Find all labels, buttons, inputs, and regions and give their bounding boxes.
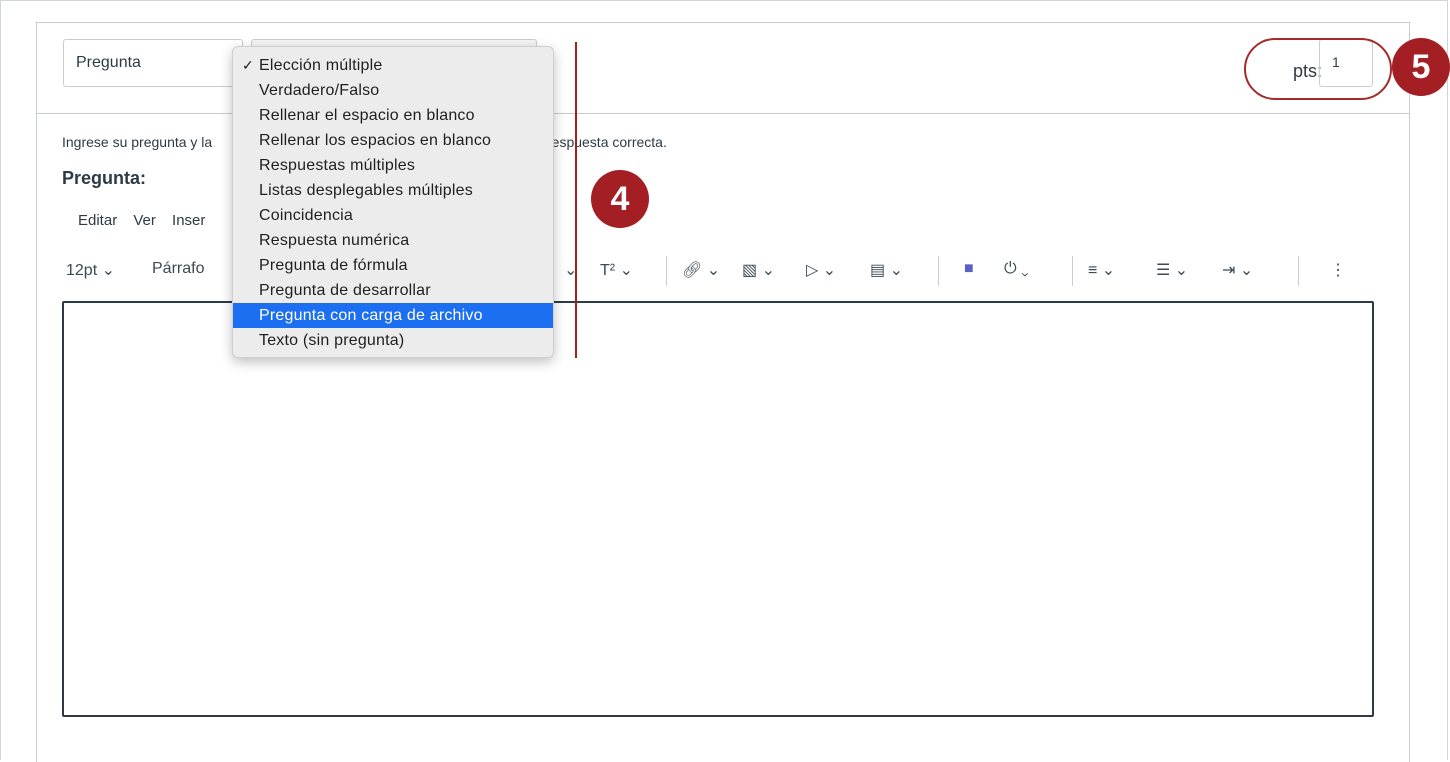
chevron-down-icon: ⌄	[1021, 260, 1029, 277]
dropdown-item[interactable]: Respuestas múltiples	[233, 153, 553, 178]
list-button[interactable]: ☰ ⌄	[1156, 260, 1188, 280]
teams-button[interactable]: ■	[964, 260, 974, 278]
align-left-icon: ≡	[1088, 262, 1098, 279]
step-badge-4: 4	[591, 170, 649, 228]
dropdown-item-selected[interactable]: Pregunta con carga de archivo	[233, 303, 553, 328]
media-icon: ▷	[806, 262, 819, 279]
menu-insert[interactable]: Inser	[172, 212, 205, 229]
points-highlight-ring	[1244, 38, 1392, 100]
bullet-list-icon: ☰	[1156, 262, 1171, 279]
chevron-down-icon: ⌄	[1239, 262, 1254, 279]
toolbar-divider	[666, 256, 667, 286]
chevron-down-icon: ⌄	[706, 262, 721, 279]
indent-button[interactable]: ⇥ ⌄	[1222, 260, 1253, 280]
more-options-button[interactable]: ⋮	[1330, 260, 1346, 280]
chevron-down-icon: ⌄	[619, 262, 633, 279]
chevron-down-icon: ⌄	[889, 262, 903, 279]
plug-icon: ⏻	[1004, 260, 1017, 277]
media-button[interactable]: ▷ ⌄	[806, 260, 836, 280]
document-icon: ▤	[870, 262, 886, 279]
dropdown-item-label: Listas desplegables múltiples	[259, 182, 473, 199]
more-vertical-icon: ⋮	[1330, 262, 1346, 279]
toolbar-divider	[1298, 256, 1299, 286]
toolbar-divider	[1072, 256, 1073, 286]
dropdown-item[interactable]: Coincidencia	[233, 203, 553, 228]
chevron-down-icon: ⌄	[761, 262, 775, 279]
instructions-text-left: Ingrese su pregunta y la	[62, 134, 213, 150]
dropdown-item[interactable]: Pregunta de fórmula	[233, 253, 553, 278]
teams-icon: ■	[964, 260, 974, 277]
dropdown-item[interactable]: Verdadero/Falso	[233, 78, 553, 103]
dropdown-item[interactable]: ✓ Elección múltiple	[233, 53, 553, 78]
chevron-down-icon: ⌄	[101, 262, 115, 279]
rich-text-editor[interactable]	[62, 301, 1374, 717]
plugin-button[interactable]: ⏻ ⌄	[1004, 260, 1029, 278]
document-button[interactable]: ▤ ⌄	[870, 260, 903, 280]
font-size-label: 12pt	[66, 262, 98, 279]
superscript-icon: T²	[600, 262, 616, 279]
question-name-input[interactable]: Pregunta	[63, 39, 243, 87]
dropdown-item[interactable]: Rellenar el espacio en blanco	[233, 103, 553, 128]
question-type-dropdown: ✓ Elección múltiple Verdadero/Falso Relle…	[232, 46, 554, 358]
chevron-down-icon: ⌄	[1101, 262, 1116, 279]
dropdown-item-label: Rellenar el espacio en blanco	[259, 107, 475, 124]
menu-edit[interactable]: Editar	[78, 212, 117, 229]
dropdown-item[interactable]: Texto (sin pregunta)	[233, 328, 553, 353]
step-badge-5: 5	[1392, 38, 1450, 96]
question-label: Pregunta:	[62, 168, 147, 188]
dropdown-item[interactable]: Listas desplegables múltiples	[233, 178, 553, 203]
dropdown-item-label: Pregunta de fórmula	[259, 257, 408, 274]
menu-view[interactable]: Ver	[133, 212, 156, 229]
dropdown-item-label: Pregunta con carga de archivo	[259, 307, 483, 324]
dropdown-item-label: Respuesta numérica	[259, 232, 410, 249]
align-button[interactable]: ≡ ⌄	[1088, 260, 1115, 280]
instructions-text-right: respuesta correcta.	[547, 134, 667, 150]
paragraph-label: Párrafo	[152, 260, 205, 277]
dropdown-item-label: Rellenar los espacios en blanco	[259, 132, 492, 149]
font-size-select[interactable]: 12pt ⌄	[66, 260, 115, 280]
dropdown-item-label: Pregunta de desarrollar	[259, 282, 431, 299]
dropdown-item-label: Respuestas múltiples	[259, 157, 416, 174]
editor-menubar: Editar Ver Inser	[78, 212, 217, 229]
indent-icon: ⇥	[1222, 262, 1236, 279]
link-icon: 🔗︎	[682, 262, 703, 279]
image-button[interactable]: ▧ ⌄	[742, 260, 775, 280]
paragraph-select[interactable]: Párrafo	[152, 260, 204, 278]
callout-line	[575, 42, 577, 358]
link-button[interactable]: 🔗︎ ⌄	[682, 260, 720, 280]
dropdown-item-label: Coincidencia	[259, 207, 354, 224]
toolbar-divider	[938, 256, 939, 286]
dropdown-item-label: Texto (sin pregunta)	[259, 332, 405, 349]
dropdown-item-label: Verdadero/Falso	[259, 82, 380, 99]
dropdown-item[interactable]: Rellenar los espacios en blanco	[233, 128, 553, 153]
dropdown-item-label: Elección múltiple	[259, 57, 383, 74]
superscript-button[interactable]: T² ⌄	[600, 260, 633, 280]
chevron-down-icon: ⌄	[1174, 262, 1189, 279]
check-icon: ✓	[242, 57, 254, 73]
dropdown-item[interactable]: Respuesta numérica	[233, 228, 553, 253]
chevron-down-icon: ⌄	[822, 262, 837, 279]
image-icon: ▧	[742, 262, 758, 279]
dropdown-item[interactable]: Pregunta de desarrollar	[233, 278, 553, 303]
